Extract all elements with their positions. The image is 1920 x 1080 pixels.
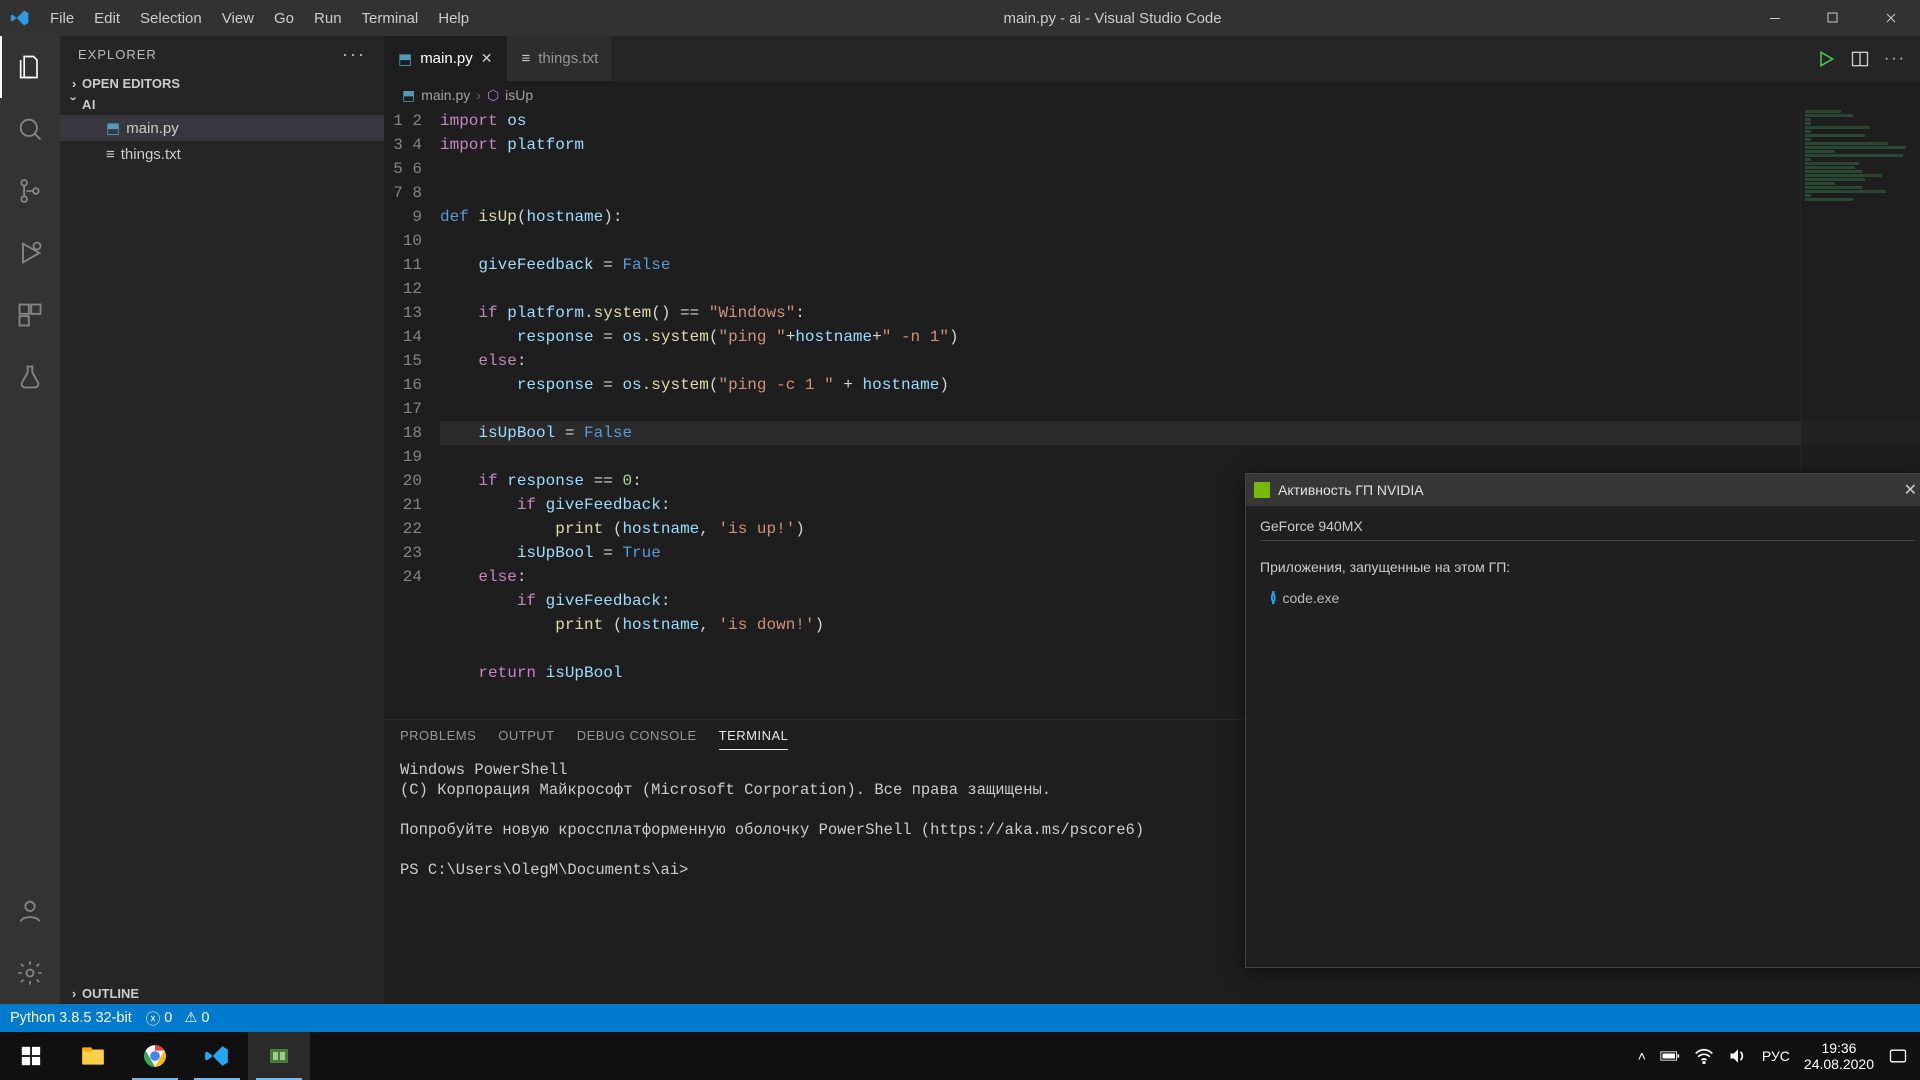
tray-volume-icon[interactable] bbox=[1728, 1047, 1748, 1065]
warning-count: 0 bbox=[201, 1010, 209, 1026]
close-button[interactable] bbox=[1862, 0, 1920, 36]
activity-source-control-icon[interactable] bbox=[0, 160, 60, 222]
breadcrumb-symbol[interactable]: isUp bbox=[505, 87, 533, 103]
activity-extensions-icon[interactable] bbox=[0, 284, 60, 346]
text-file-icon: ≡ bbox=[521, 50, 530, 67]
chevron-down-icon: › bbox=[67, 97, 82, 113]
editor-tabs: ⬒ main.py ✕ ≡ things.txt ··· bbox=[384, 36, 1920, 81]
menu-selection[interactable]: Selection bbox=[130, 2, 212, 35]
menu-bar: File Edit Selection View Go Run Terminal… bbox=[40, 2, 479, 35]
windows-taskbar: ˄ РУС 19:36 24.08.2020 bbox=[0, 1032, 1920, 1080]
menu-run[interactable]: Run bbox=[304, 2, 352, 35]
vscode-small-icon: ≬ bbox=[1270, 589, 1277, 606]
activity-testing-icon[interactable] bbox=[0, 346, 60, 408]
file-label: things.txt bbox=[121, 146, 181, 163]
minimize-button[interactable] bbox=[1746, 0, 1804, 36]
statusbar: Python 3.8.5 32-bit ⓧ0 ⚠0 bbox=[0, 1004, 1920, 1032]
menu-terminal[interactable]: Terminal bbox=[352, 2, 429, 35]
titlebar: File Edit Selection View Go Run Terminal… bbox=[0, 0, 1920, 36]
warning-icon: ⚠ bbox=[184, 1010, 197, 1026]
tab-label: main.py bbox=[420, 50, 473, 67]
taskbar-explorer-icon[interactable] bbox=[62, 1032, 124, 1080]
section-outline[interactable]: › OUTLINE bbox=[60, 983, 384, 1004]
nvidia-titlebar[interactable]: Активность ГП NVIDIA ✕ bbox=[1246, 474, 1920, 506]
nvidia-logo-icon bbox=[1254, 482, 1270, 498]
explorer-title: EXPLORER bbox=[78, 47, 157, 62]
activity-settings-icon[interactable] bbox=[0, 942, 60, 1004]
tray-date: 24.08.2020 bbox=[1804, 1056, 1874, 1072]
breadcrumb[interactable]: ⬒ main.py › ⬡ isUp bbox=[384, 81, 1920, 109]
activity-run-debug-icon[interactable] bbox=[0, 222, 60, 284]
maximize-button[interactable] bbox=[1804, 0, 1862, 36]
menu-go[interactable]: Go bbox=[264, 2, 304, 35]
start-button[interactable] bbox=[0, 1032, 62, 1080]
run-button[interactable] bbox=[1816, 49, 1836, 69]
menu-file[interactable]: File bbox=[40, 2, 84, 35]
tab-label: things.txt bbox=[538, 50, 598, 67]
text-file-icon: ≡ bbox=[106, 146, 115, 163]
file-item-things-txt[interactable]: ≡ things.txt bbox=[60, 141, 384, 167]
file-label: main.py bbox=[126, 120, 179, 137]
file-item-main-py[interactable]: ⬒ main.py bbox=[60, 115, 384, 141]
section-folder[interactable]: › AI bbox=[60, 94, 384, 115]
panel-tab-problems[interactable]: PROBLEMS bbox=[400, 728, 476, 750]
activity-search-icon[interactable] bbox=[0, 98, 60, 160]
status-python-version[interactable]: Python 3.8.5 32-bit bbox=[10, 1010, 132, 1026]
explorer-more-icon[interactable]: ··· bbox=[342, 44, 366, 65]
tray-language[interactable]: РУС bbox=[1762, 1048, 1790, 1064]
menu-view[interactable]: View bbox=[212, 2, 264, 35]
outline-label: OUTLINE bbox=[82, 986, 139, 1001]
tab-main-py[interactable]: ⬒ main.py ✕ bbox=[384, 36, 507, 81]
breadcrumb-file[interactable]: main.py bbox=[421, 87, 470, 103]
error-icon: ⓧ bbox=[146, 1008, 161, 1029]
panel-tab-debug-console[interactable]: DEBUG CONSOLE bbox=[577, 728, 697, 750]
nvidia-activity-window[interactable]: Активность ГП NVIDIA ✕ GeForce 940MX При… bbox=[1245, 473, 1920, 968]
nvidia-gpu-name: GeForce 940MX bbox=[1260, 518, 1915, 541]
symbol-method-icon: ⬡ bbox=[487, 87, 499, 104]
menu-edit[interactable]: Edit bbox=[84, 2, 130, 35]
sidebar-explorer: EXPLORER ··· › OPEN EDITORS › AI ⬒ main.… bbox=[60, 36, 384, 1004]
line-gutter: 1 2 3 4 5 6 7 8 9 10 11 12 13 14 15 16 1… bbox=[384, 109, 440, 719]
vscode-logo-icon bbox=[0, 8, 40, 28]
taskbar-nvidia-icon[interactable] bbox=[248, 1032, 310, 1080]
taskbar-vscode-icon[interactable] bbox=[186, 1032, 248, 1080]
chevron-right-icon: › bbox=[66, 986, 82, 1001]
nvidia-close-button[interactable]: ✕ bbox=[1900, 480, 1920, 500]
workspace-folder-name: AI bbox=[82, 97, 96, 112]
chevron-right-icon: › bbox=[476, 87, 481, 103]
activity-bar bbox=[0, 36, 60, 1004]
tray-clock[interactable]: 19:36 24.08.2020 bbox=[1804, 1040, 1874, 1072]
menu-help[interactable]: Help bbox=[428, 2, 479, 35]
nvidia-app-item: ≬ code.exe bbox=[1260, 589, 1915, 606]
split-editor-button[interactable] bbox=[1850, 49, 1870, 69]
python-file-icon: ⬒ bbox=[402, 87, 415, 104]
close-icon[interactable]: ✕ bbox=[481, 50, 493, 67]
panel-tab-output[interactable]: OUTPUT bbox=[498, 728, 554, 750]
nvidia-window-title: Активность ГП NVIDIA bbox=[1278, 482, 1892, 498]
open-editors-label: OPEN EDITORS bbox=[82, 76, 180, 91]
more-actions-button[interactable]: ··· bbox=[1884, 50, 1906, 68]
error-count: 0 bbox=[164, 1010, 172, 1026]
nvidia-apps-label: Приложения, запущенные на этом ГП: bbox=[1260, 559, 1915, 575]
python-file-icon: ⬒ bbox=[106, 119, 120, 137]
activity-accounts-icon[interactable] bbox=[0, 880, 60, 942]
tray-time: 19:36 bbox=[1804, 1040, 1874, 1056]
nvidia-app-name: code.exe bbox=[1283, 590, 1340, 606]
tray-chevron-icon[interactable]: ˄ bbox=[1638, 1048, 1646, 1064]
status-problems[interactable]: ⓧ0 ⚠0 bbox=[146, 1008, 210, 1029]
tray-wifi-icon[interactable] bbox=[1694, 1048, 1714, 1064]
python-file-icon: ⬒ bbox=[398, 50, 412, 68]
section-open-editors[interactable]: › OPEN EDITORS bbox=[60, 73, 384, 94]
tray-battery-icon[interactable] bbox=[1660, 1049, 1680, 1063]
taskbar-chrome-icon[interactable] bbox=[124, 1032, 186, 1080]
window-title: main.py - ai - Visual Studio Code bbox=[479, 10, 1746, 27]
tray-notifications-icon[interactable] bbox=[1888, 1047, 1908, 1065]
activity-explorer-icon[interactable] bbox=[0, 36, 60, 98]
tab-things-txt[interactable]: ≡ things.txt bbox=[507, 36, 613, 81]
chevron-right-icon: › bbox=[66, 76, 82, 91]
panel-tab-terminal[interactable]: TERMINAL bbox=[719, 728, 789, 750]
